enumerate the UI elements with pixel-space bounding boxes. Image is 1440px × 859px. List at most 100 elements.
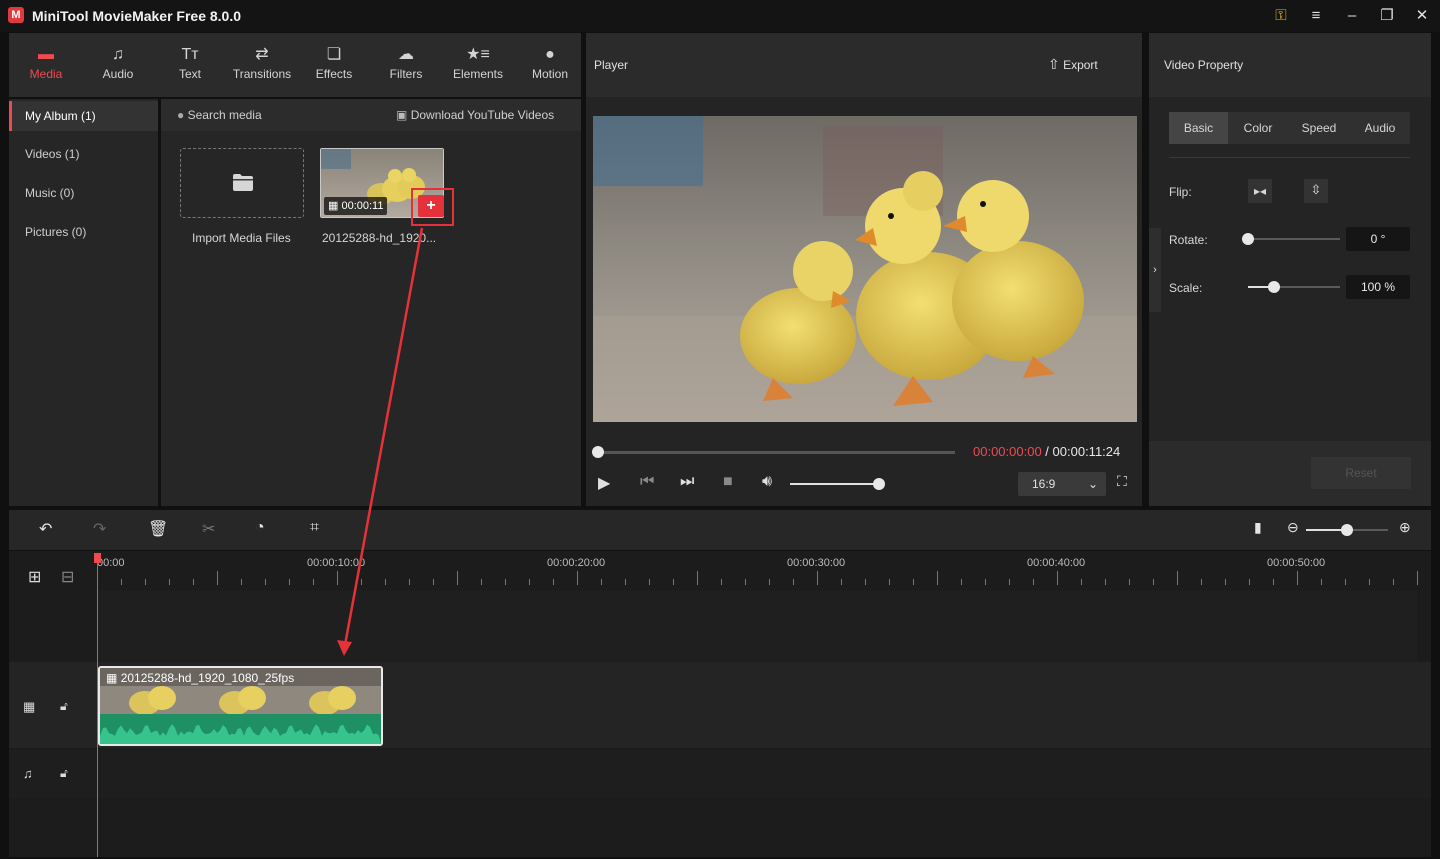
minimize-icon[interactable]: –	[1342, 6, 1362, 26]
clip-duration: 00:00:11	[341, 200, 384, 212]
ruler-tick	[433, 579, 434, 585]
timeline-toolbar: ↶ ↷ 🗑︎ ✂ ◔ ⌗ ▮ ⊖ ⊕	[9, 510, 1431, 550]
tab-audio-label: Audio	[102, 67, 134, 81]
album-item-music[interactable]: Music (0)	[9, 178, 158, 208]
flip-horizontal-icon[interactable]: ▸◂	[1248, 179, 1272, 203]
media-clip-name: 20125288-hd_1920...	[322, 231, 437, 245]
ruler-tick	[649, 579, 650, 585]
ruler-tick	[1345, 579, 1346, 585]
ruler-tick	[217, 571, 218, 585]
album-item-videos[interactable]: Videos (1)	[9, 139, 158, 169]
tab-motion[interactable]: ● Motion	[518, 43, 582, 89]
volume-icon[interactable]: 🔊︎	[762, 473, 772, 491]
zoom-out-icon[interactable]: ⊖	[1287, 519, 1299, 536]
rotate-handle[interactable]	[1242, 233, 1254, 245]
ruler-tick	[1081, 579, 1082, 585]
remove-track-icon[interactable]: ⊟	[61, 567, 74, 587]
undo-icon[interactable]: ↶	[39, 519, 52, 539]
previous-frame-button[interactable]: ⏮	[640, 473, 654, 491]
tab-audio[interactable]: ♫ Audio	[86, 43, 150, 89]
ruler-tick	[961, 579, 962, 585]
close-icon[interactable]: ✕	[1412, 6, 1432, 26]
collapse-panel-handle[interactable]: ›	[1149, 228, 1161, 312]
clip-duration-badge: ▦ 00:00:11	[324, 197, 388, 215]
redo-icon[interactable]: ↷	[93, 519, 106, 539]
tab-effects[interactable]: ❏ Effects	[302, 43, 366, 89]
empty-track-lane[interactable]	[97, 591, 1417, 661]
crop-icon[interactable]: ⌗	[310, 519, 319, 537]
current-time: 00:00:00:00	[973, 444, 1042, 459]
tab-text[interactable]: Tт Text	[158, 43, 222, 89]
ruler-tick	[289, 579, 290, 585]
tab-basic[interactable]: Basic	[1169, 112, 1228, 144]
app-title: MiniTool MovieMaker Free 8.0.0	[32, 8, 242, 24]
stop-button[interactable]: ■	[723, 473, 733, 491]
timeline: ⊞ ⊟ 00:00 00:00:10:00 00:00:20:00 00:00:…	[9, 551, 1431, 857]
ruler-tick	[817, 571, 818, 585]
player-title: Player	[594, 58, 629, 72]
rotate-value[interactable]: 0 °	[1346, 227, 1410, 251]
tab-elements[interactable]: ★≡ Elements	[446, 43, 510, 89]
seek-bar[interactable]	[598, 451, 955, 454]
video-preview	[593, 116, 1137, 422]
tab-transitions-label: Transitions	[232, 67, 292, 81]
volume-handle[interactable]	[873, 478, 886, 490]
tab-speed[interactable]: Speed	[1288, 112, 1350, 144]
ruler-tick	[241, 579, 242, 585]
ruler-tick	[673, 579, 674, 585]
album-item-pictures[interactable]: Pictures (0)	[9, 217, 158, 247]
menu-icon[interactable]: ≡	[1306, 6, 1326, 26]
tab-filters[interactable]: ☁ Filters	[374, 43, 438, 89]
effects-icon: ❏	[326, 46, 342, 63]
ruler-tick	[193, 579, 194, 585]
flip-vertical-icon[interactable]: ⇳	[1304, 179, 1328, 203]
zoom-handle[interactable]	[1341, 524, 1353, 536]
tab-motion-label: Motion	[531, 67, 569, 81]
scale-handle[interactable]	[1267, 281, 1280, 293]
fit-timeline-icon[interactable]: ▮	[1254, 519, 1262, 536]
search-media[interactable]: ● Search media	[177, 108, 262, 122]
playhead-handle[interactable]	[94, 553, 101, 563]
play-button[interactable]: ▶	[598, 473, 610, 493]
ruler-tick	[1417, 571, 1418, 585]
audio-track-lock-icon[interactable]: 🔓︎	[60, 766, 68, 781]
speed-icon[interactable]: ◔	[255, 519, 265, 537]
tab-color[interactable]: Color	[1228, 112, 1288, 144]
split-icon[interactable]: ✂	[202, 519, 215, 539]
delete-icon[interactable]: 🗑︎	[148, 519, 168, 539]
zoom-in-icon[interactable]: ⊕	[1399, 519, 1411, 536]
audio-track	[9, 750, 1431, 798]
playhead-line[interactable]	[97, 553, 98, 857]
ruler-tick	[265, 579, 266, 585]
album-item-my-album[interactable]: My Album (1)	[9, 101, 158, 131]
title-bar: M MiniTool MovieMaker Free 8.0.0 ⚿ ≡ – ❐…	[0, 0, 1440, 32]
ruler-tick	[841, 579, 842, 585]
add-track-icon[interactable]: ⊞	[28, 567, 41, 587]
tab-transitions[interactable]: ⇄ Transitions	[230, 43, 294, 89]
ruler-tick	[1393, 579, 1394, 585]
ruler-tick	[121, 579, 122, 585]
time-separator: /	[1041, 444, 1053, 459]
volume-slider[interactable]	[790, 483, 884, 485]
aspect-ratio-select[interactable]: 16:9 ⌄	[1018, 472, 1106, 496]
seek-handle[interactable]	[592, 446, 604, 458]
reset-button[interactable]: Reset	[1311, 457, 1411, 489]
timeline-video-clip[interactable]: ▦ 20125288-hd_1920_1080_25fps	[98, 666, 383, 746]
rotate-slider[interactable]	[1248, 238, 1340, 240]
scale-value[interactable]: 100 %	[1346, 275, 1410, 299]
elements-icon: ★≡	[466, 46, 490, 63]
tab-audio-property[interactable]: Audio	[1350, 112, 1410, 144]
video-track-lock-icon[interactable]: 🔓︎	[60, 699, 68, 714]
ruler-label-20: 00:00:20:00	[547, 557, 606, 569]
key-icon[interactable]: ⚿	[1271, 6, 1291, 26]
maximize-icon[interactable]: ❐	[1377, 6, 1397, 26]
next-frame-button[interactable]: ⏭	[680, 473, 694, 491]
time-ruler[interactable]: 00:00 00:00:10:00 00:00:20:00 00:00:30:0…	[97, 551, 1419, 591]
media-library: ● Search media ▣ Download YouTube Videos…	[161, 99, 581, 506]
fullscreen-icon[interactable]: ⛶	[1117, 473, 1127, 490]
import-media-button[interactable]	[180, 148, 304, 218]
ruler-label-10: 00:00:10:00	[307, 557, 366, 569]
tab-media[interactable]: ▬ Media	[14, 43, 78, 89]
export-button[interactable]: ⇧ Export	[1048, 56, 1098, 73]
download-youtube-button[interactable]: ▣ Download YouTube Videos	[396, 108, 554, 122]
